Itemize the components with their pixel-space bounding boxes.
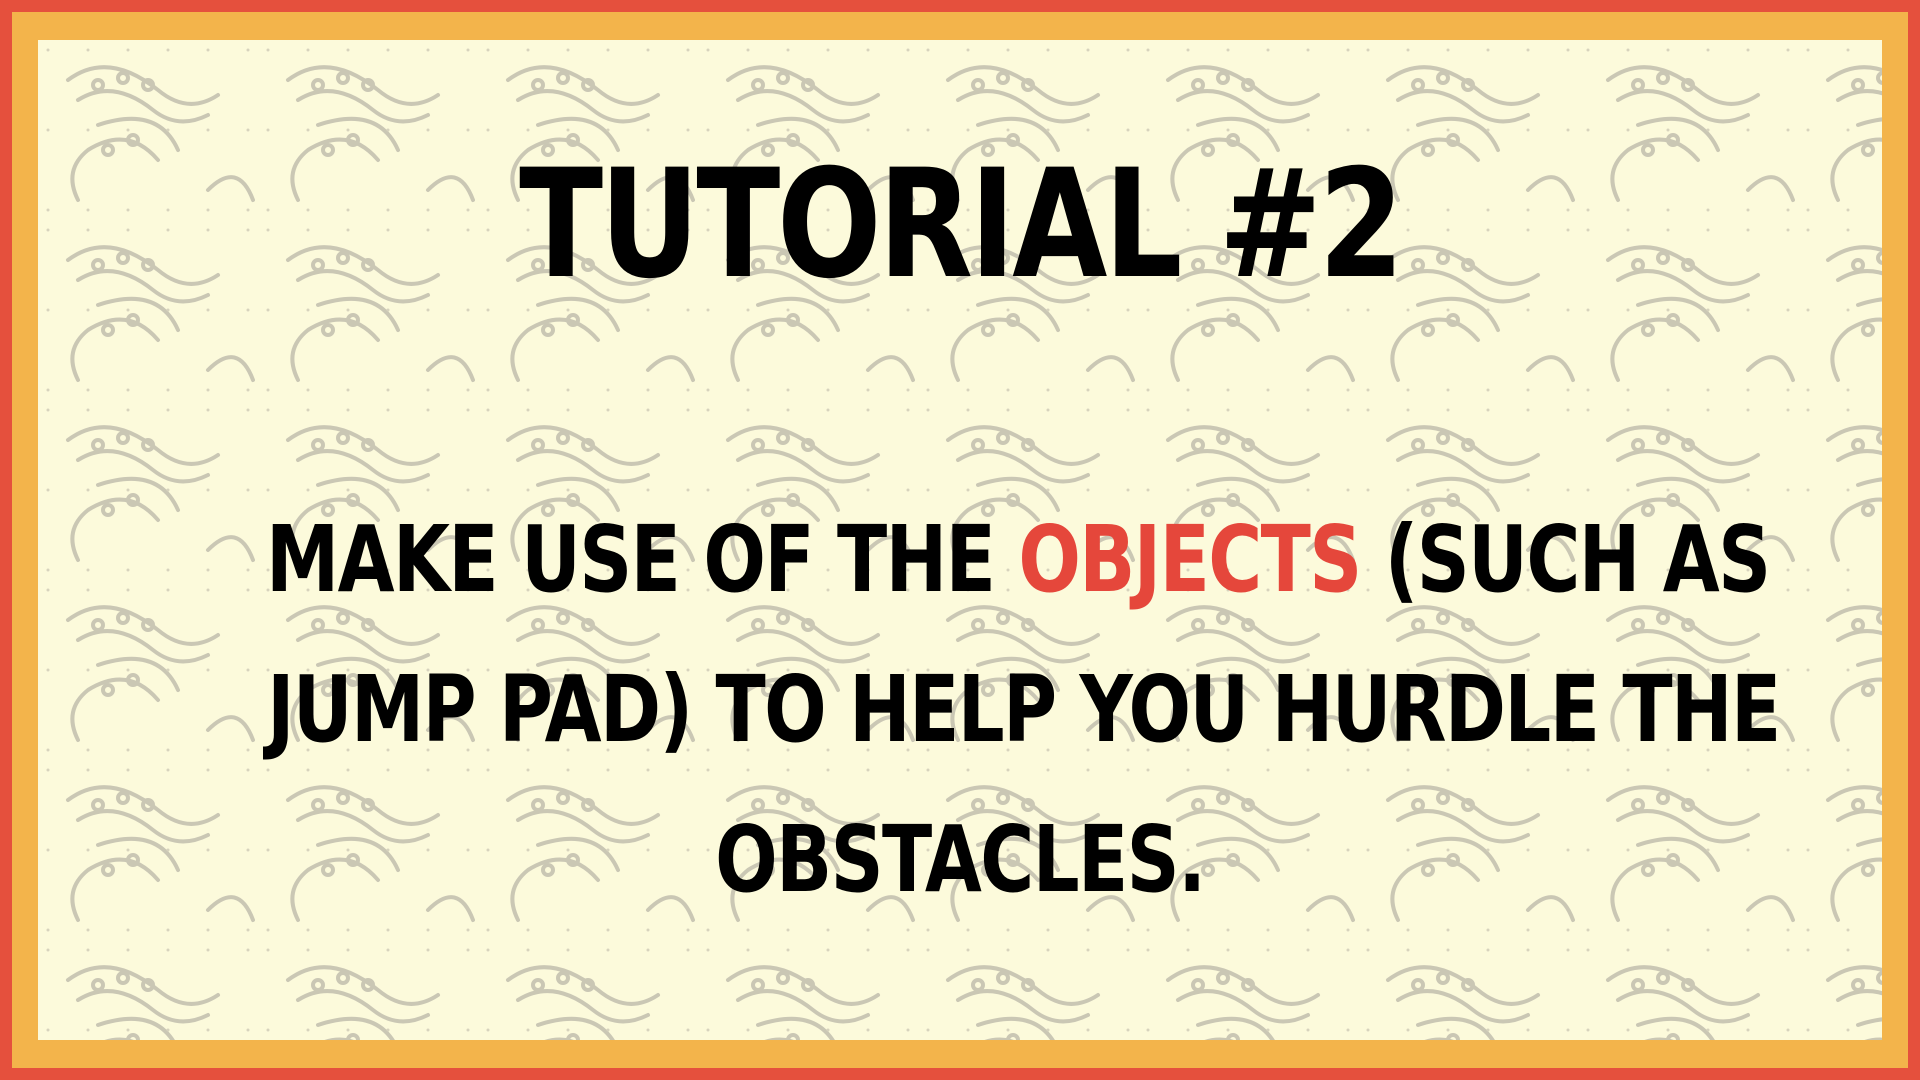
tutorial-message: MAKE USE OF THE OBJECTS (SUCH AS JUMP PA…	[78, 485, 1842, 935]
message-line-1-end: (SUCH AS	[1360, 506, 1771, 613]
message-line-1-start: MAKE USE OF THE	[265, 506, 1019, 613]
message-line-3: OBSTACLES.	[78, 785, 1842, 935]
tutorial-panel: TUTORIAL #2 MAKE USE OF THE OBJECTS (SUC…	[38, 40, 1882, 1040]
message-line-2: JUMP PAD) TO HELP YOU HURDLE THE	[78, 635, 1842, 785]
message-line-1: MAKE USE OF THE OBJECTS (SUCH AS	[78, 485, 1842, 635]
tutorial-title: TUTORIAL #2	[519, 138, 1404, 312]
message-line-2-text: JUMP PAD) TO HELP YOU HURDLE THE	[267, 656, 1781, 763]
objects-highlight: OBJECTS	[1018, 506, 1362, 613]
message-line-3-text: OBSTACLES.	[715, 806, 1206, 913]
